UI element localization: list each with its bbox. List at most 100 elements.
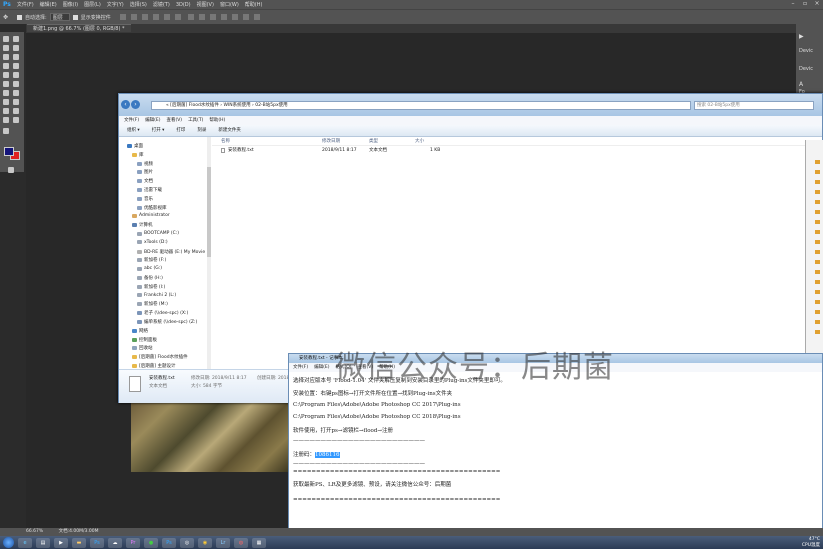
col-size[interactable]: 大小 xyxy=(415,137,424,146)
search-input[interactable]: 搜索 02-B站5px使用 xyxy=(694,101,814,110)
print-button[interactable]: 打印 xyxy=(176,125,185,136)
ps-menu-filter[interactable]: 滤镜(T) xyxy=(150,1,173,8)
registration-code[interactable]: 1086116 xyxy=(315,452,340,458)
minimize-icon[interactable]: – xyxy=(787,0,799,9)
maximize-icon[interactable]: ▫ xyxy=(799,0,811,9)
nav-item[interactable]: BOOTCAMP (C:) xyxy=(137,231,179,236)
taskbar-wechat-icon[interactable]: ● xyxy=(144,537,158,548)
new-folder-button[interactable]: 新建文件夹 xyxy=(218,125,241,136)
align-right-icon[interactable] xyxy=(174,14,181,20)
distribute-bottom-icon[interactable] xyxy=(209,14,216,20)
ps-menu-help[interactable]: 帮助(H) xyxy=(242,1,266,8)
ps-menu-image[interactable]: 图像(I) xyxy=(60,1,81,8)
nav-scrollbar[interactable] xyxy=(207,137,211,369)
back-icon[interactable]: ‹ xyxy=(121,100,130,109)
np-menu-file[interactable]: 文件(F) xyxy=(293,363,308,372)
ex-menu-help[interactable]: 帮助(H) xyxy=(209,116,225,125)
distribute-right-icon[interactable] xyxy=(242,14,249,20)
taskbar-ie-icon[interactable]: e xyxy=(18,537,32,548)
nav-item[interactable]: 优酷影视库 xyxy=(137,205,167,211)
burn-button[interactable]: 刻录 xyxy=(197,125,206,136)
nav-item[interactable]: 音乐 xyxy=(137,196,153,202)
open-button[interactable]: 打开 ▾ xyxy=(152,125,165,136)
taskbar-ps-icon[interactable]: Ps xyxy=(90,537,104,548)
healing-tool-icon[interactable] xyxy=(3,63,9,69)
panel-type-icon[interactable]: A xyxy=(799,81,803,88)
taskbar-ps2-icon[interactable]: Ps xyxy=(162,537,176,548)
nav-item[interactable]: 老子 (\\dee-spc) (X:) xyxy=(137,310,188,316)
ex-menu-view[interactable]: 查看(V) xyxy=(166,116,182,125)
nav-item[interactable]: 备份 (H:) xyxy=(137,275,163,281)
taskbar-explorer-icon[interactable]: ▤ xyxy=(36,537,50,548)
ps-menu-select[interactable]: 选择(S) xyxy=(127,1,150,8)
nav-item[interactable]: 控制面板 xyxy=(132,337,157,343)
nav-item[interactable]: 新加卷 (M:) xyxy=(137,301,168,307)
align-middle-icon[interactable] xyxy=(130,14,137,20)
ps-menu-file[interactable]: 文件(F) xyxy=(14,1,37,8)
zoom-level[interactable]: 66.67% xyxy=(26,529,43,534)
taskbar-lr-icon[interactable]: Lr xyxy=(216,537,230,548)
stamp-tool-icon[interactable] xyxy=(3,72,9,78)
panel-device-label[interactable]: Devic xyxy=(799,48,813,54)
nav-item[interactable]: 新加卷 (I:) xyxy=(137,284,165,290)
crop-tool-icon[interactable] xyxy=(3,54,9,60)
blur-tool-icon[interactable] xyxy=(3,90,9,96)
start-button[interactable] xyxy=(3,537,14,548)
history-brush-tool-icon[interactable] xyxy=(13,72,19,78)
brush-tool-icon[interactable] xyxy=(13,63,19,69)
path-select-tool-icon[interactable] xyxy=(3,108,9,114)
quick-mask-icon[interactable] xyxy=(8,167,14,173)
nav-item[interactable]: 库 xyxy=(132,152,144,158)
auto-select-checkbox[interactable] xyxy=(17,14,23,20)
nav-item[interactable]: Frankchi 2 (L:) xyxy=(137,293,176,298)
pen-tool-icon[interactable] xyxy=(3,99,9,105)
magic-wand-tool-icon[interactable] xyxy=(13,45,19,51)
dodge-tool-icon[interactable] xyxy=(13,90,19,96)
nav-scroll-thumb[interactable] xyxy=(207,167,211,257)
hand-tool-icon[interactable] xyxy=(3,117,9,123)
shape-tool-icon[interactable] xyxy=(13,108,19,114)
distribute-left-icon[interactable] xyxy=(220,14,227,20)
organize-button[interactable]: 组织 ▾ xyxy=(127,125,140,136)
taskbar-folder-icon[interactable]: ▬ xyxy=(72,537,86,548)
auto-select-dropdown[interactable]: 图层 xyxy=(49,13,70,21)
zoom-tool-icon[interactable] xyxy=(13,117,19,123)
nav-item[interactable]: BD-RE 驱动器 (E:) My Movie xyxy=(137,249,205,255)
ex-menu-file[interactable]: 文件(F) xyxy=(124,116,139,125)
taskbar-media2-icon[interactable]: ◎ xyxy=(180,537,194,548)
taskbar-pr-icon[interactable]: Pr xyxy=(126,537,140,548)
ps-menu-type[interactable]: 文字(Y) xyxy=(104,1,127,8)
nav-item[interactable]: 回收站 xyxy=(132,345,153,351)
show-transform-checkbox[interactable] xyxy=(72,14,78,20)
align-bottom-icon[interactable] xyxy=(141,14,148,20)
forward-icon[interactable]: › xyxy=(131,100,140,109)
nav-item[interactable]: 计算机 xyxy=(132,222,153,228)
move-tool-icon[interactable]: ✥ xyxy=(3,14,8,21)
nav-item[interactable]: 新加卷 (F:) xyxy=(137,257,166,263)
ps-menu-layer[interactable]: 图层(L) xyxy=(81,1,104,8)
nav-item[interactable]: [后期菌] Flood水纹插件 xyxy=(132,354,188,360)
nav-item[interactable]: abc (G:) xyxy=(137,266,162,271)
nav-item[interactable]: 编单系统 (\\dee-spc) (Z:) xyxy=(137,319,197,325)
ps-menu-window[interactable]: 窗口(W) xyxy=(217,1,242,8)
distribute-top-icon[interactable] xyxy=(187,14,194,20)
align-top-icon[interactable] xyxy=(119,14,126,20)
file-row[interactable]: 安装教程.txt 2018/9/11 8:17 文本文档 1 KB xyxy=(212,146,822,155)
marquee-tool-icon[interactable] xyxy=(13,36,19,42)
taskbar-baidu-icon[interactable]: ☁ xyxy=(108,537,122,548)
ex-menu-tools[interactable]: 工具(T) xyxy=(188,116,203,125)
align-center-icon[interactable] xyxy=(163,14,170,20)
ex-menu-edit[interactable]: 编辑(E) xyxy=(145,116,160,125)
distribute-center-icon[interactable] xyxy=(231,14,238,20)
ps-menu-view[interactable]: 视图(V) xyxy=(194,1,217,8)
np-menu-edit[interactable]: 编辑(E) xyxy=(314,363,329,372)
eyedropper-tool-icon[interactable] xyxy=(13,54,19,60)
panel-device-label-2[interactable]: Devic xyxy=(799,66,813,72)
nav-item[interactable]: 桌面 xyxy=(127,143,143,149)
taskbar-chrome-icon[interactable]: ◉ xyxy=(198,537,212,548)
eraser-tool-icon[interactable] xyxy=(3,81,9,87)
auto-align-icon[interactable] xyxy=(253,14,260,20)
taskbar-notepad-icon[interactable]: ▦ xyxy=(252,537,266,548)
address-bar[interactable]: « [后期菌] Flood水纹插件 › WIN系统使用 › 02-B站5px使用 xyxy=(151,101,691,110)
move-tool-icon[interactable] xyxy=(3,36,9,42)
